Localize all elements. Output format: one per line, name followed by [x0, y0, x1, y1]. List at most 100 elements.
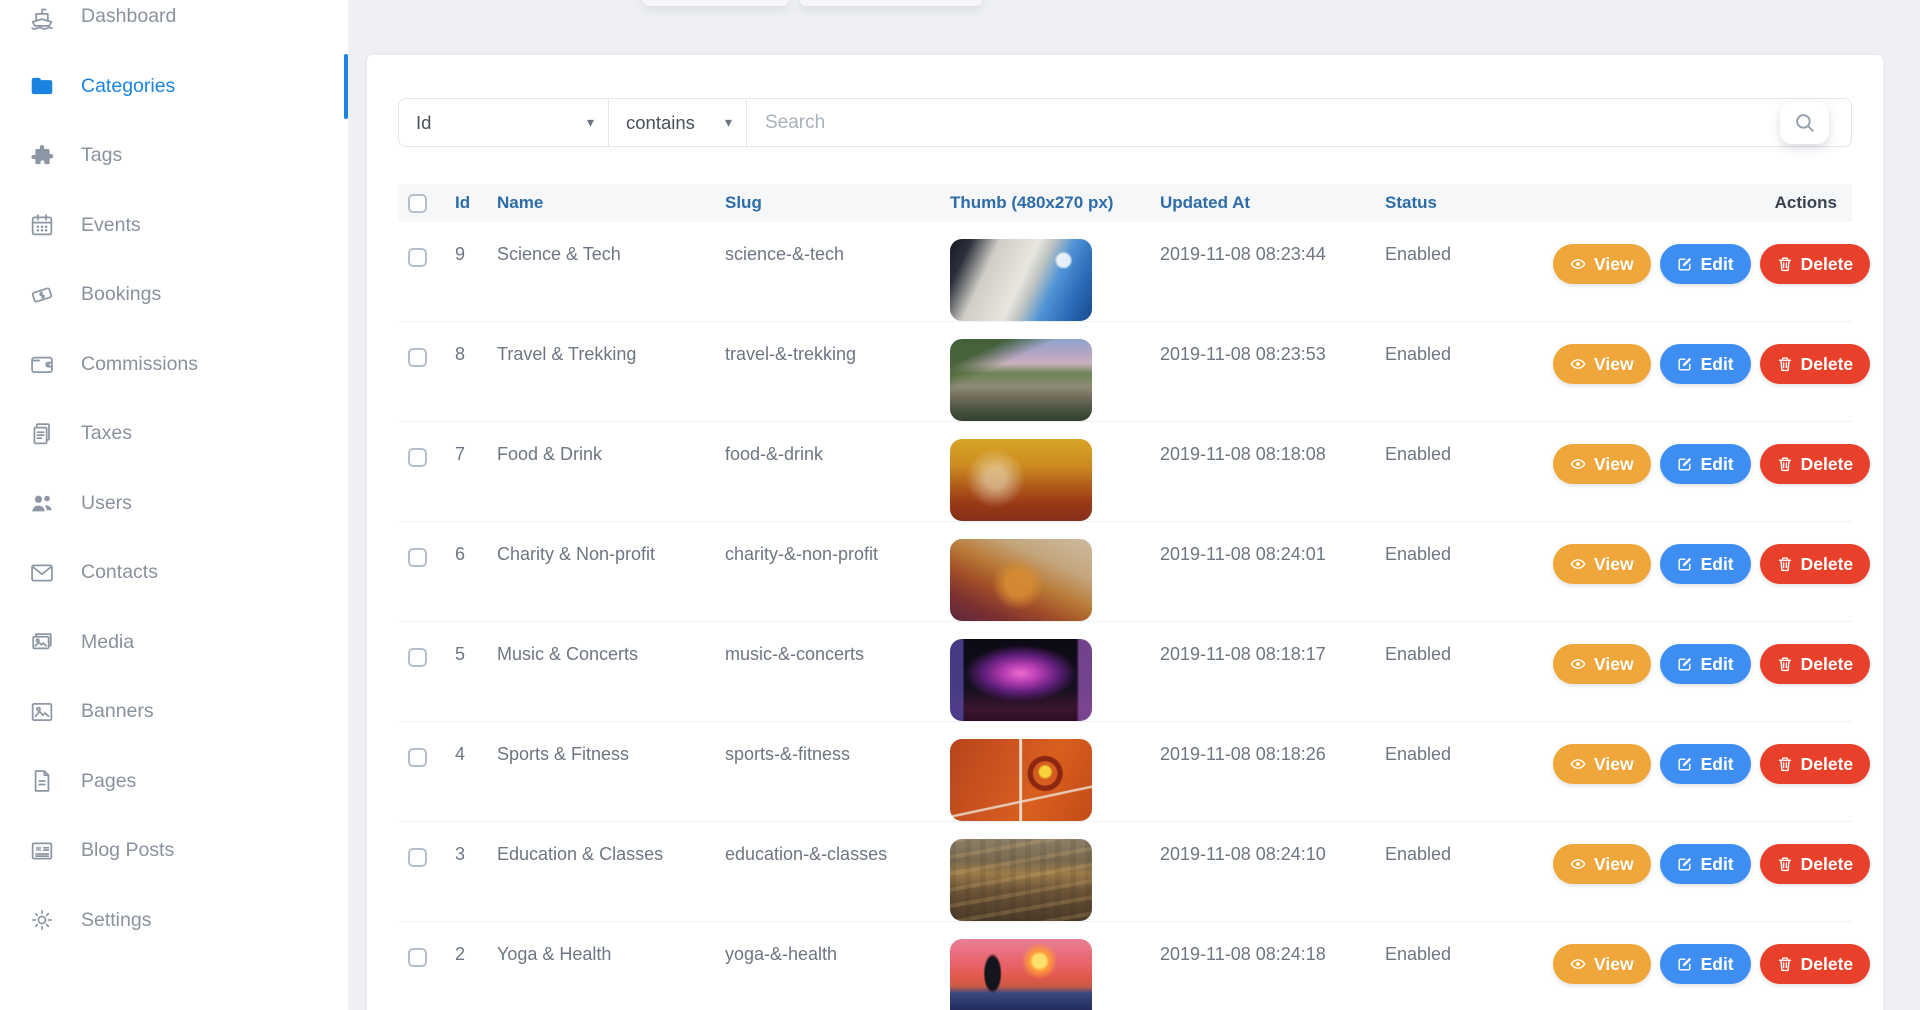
row-checkbox[interactable] [408, 648, 427, 667]
delete-button[interactable]: Delete [1760, 344, 1871, 384]
select-all-checkbox[interactable] [408, 194, 427, 213]
sidebar-item-label: Users [81, 492, 132, 515]
column-header-slug[interactable]: Slug [725, 193, 950, 213]
cell-updated-at: 2019-11-08 08:23:44 [1160, 222, 1385, 321]
row-actions: ViewEditDelete [1553, 922, 1885, 1010]
search-input[interactable] [747, 99, 1851, 146]
sidebar-item-banners[interactable]: Banners [0, 677, 348, 747]
users-icon [27, 488, 57, 518]
table-row: 7Food & Drinkfood-&-drink2019-11-08 08:1… [398, 422, 1852, 522]
filter-operator-select[interactable]: contains ▾ [609, 99, 747, 146]
sidebar-item-taxes[interactable]: Taxes [0, 399, 348, 469]
row-checkbox-cell [398, 722, 455, 821]
edit-icon [1677, 356, 1693, 372]
row-actions: ViewEdit Delete [1553, 522, 1885, 621]
trash-icon [1777, 956, 1793, 972]
sidebar-item-tags[interactable]: Tags [0, 121, 348, 191]
edit-button[interactable]: Edit [1660, 544, 1751, 584]
sidebar-item-contacts[interactable]: Contacts [0, 538, 348, 608]
sidebar-item-blog-posts[interactable]: Blog Posts [0, 816, 348, 886]
delete-button[interactable]: Delete [1760, 744, 1871, 784]
sidebar-item-events[interactable]: Events [0, 191, 348, 261]
cutoff-button-1[interactable] [643, 0, 788, 6]
table-row: 5Music & Concertsmusic-&-concerts2019-11… [398, 622, 1852, 722]
view-button[interactable]: View [1553, 744, 1651, 784]
trash-icon [1777, 356, 1793, 372]
row-checkbox[interactable] [408, 348, 427, 367]
delete-button[interactable]: Delete [1760, 444, 1871, 484]
sidebar-nav: Dashboard Categories Tags Events Bookings Com… [0, 0, 348, 955]
status-badge: Enabled [1385, 922, 1553, 1010]
delete-button[interactable]: Delete [1760, 244, 1871, 284]
view-button[interactable]: View [1553, 244, 1651, 284]
sidebar-item-settings[interactable]: Settings [0, 886, 348, 956]
column-header-updated-at[interactable]: Updated At [1160, 193, 1385, 213]
main-content: Id ▾ contains ▾ [348, 0, 1920, 1010]
column-header-thumb[interactable]: Thumb (480x270 px) [950, 193, 1160, 213]
puzzle-icon [27, 141, 57, 171]
edit-button[interactable]: Edit [1660, 244, 1751, 284]
button-label: View [1594, 454, 1634, 475]
sidebar-item-categories[interactable]: Categories [0, 52, 348, 122]
row-checkbox[interactable] [408, 448, 427, 467]
thumb-cell [950, 622, 1160, 721]
view-button[interactable]: View [1553, 344, 1651, 384]
delete-button[interactable]: Delete [1760, 844, 1871, 884]
sidebar-item-media[interactable]: Media [0, 608, 348, 678]
column-header-id[interactable]: Id [455, 193, 497, 213]
row-checkbox[interactable] [408, 848, 427, 867]
sidebar-item-users[interactable]: Users [0, 469, 348, 539]
view-button[interactable]: View [1553, 944, 1651, 984]
sidebar-item-pages[interactable]: Pages [0, 747, 348, 817]
edit-button[interactable]: Edit [1660, 644, 1751, 684]
sidebar-item-dashboard[interactable]: Dashboard [0, 0, 348, 52]
thumbnail-image [950, 239, 1092, 321]
row-checkbox[interactable] [408, 548, 427, 567]
sidebar-item-bookings[interactable]: Bookings [0, 260, 348, 330]
row-actions: ViewEditDelete [1553, 622, 1885, 721]
view-button[interactable]: View [1553, 844, 1651, 884]
sidebar-item-commissions[interactable]: Commissions [0, 330, 348, 400]
sidebar-item-label: Categories [81, 75, 175, 98]
row-actions: ViewEditDelete [1553, 722, 1885, 821]
cell-slug: food-&-drink [725, 422, 950, 521]
column-header-status[interactable]: Status [1385, 193, 1553, 213]
sidebar-item-label: Bookings [81, 283, 161, 306]
edit-button[interactable]: Edit [1660, 344, 1751, 384]
sidebar-item-label: Dashboard [81, 5, 176, 28]
cell-name: Sports & Fitness [497, 722, 725, 821]
sidebar-item-label: Tags [81, 144, 122, 167]
view-button[interactable]: View [1553, 544, 1651, 584]
row-checkbox[interactable] [408, 948, 427, 967]
view-button[interactable]: View [1553, 444, 1651, 484]
cutoff-button-2[interactable] [800, 0, 982, 6]
edit-button[interactable]: Edit [1660, 944, 1751, 984]
delete-button[interactable]: Delete [1760, 544, 1871, 584]
status-badge: Enabled [1385, 722, 1553, 821]
cell-id: 5 [455, 622, 497, 721]
column-header-name[interactable]: Name [497, 193, 725, 213]
status-badge: Enabled [1385, 822, 1553, 921]
row-checkbox[interactable] [408, 748, 427, 767]
edit-button[interactable]: Edit [1660, 444, 1751, 484]
delete-button[interactable]: Delete [1760, 644, 1871, 684]
filter-field-select[interactable]: Id ▾ [399, 99, 609, 146]
thumbnail-image [950, 939, 1092, 1010]
thumb-cell [950, 922, 1160, 1010]
wallet-icon [27, 349, 57, 379]
column-header-actions: Actions [1553, 193, 1852, 213]
button-label: Delete [1801, 554, 1854, 575]
row-actions: View EditDelete [1553, 422, 1885, 521]
header-checkbox-cell [398, 194, 455, 213]
view-button[interactable]: View [1553, 644, 1651, 684]
edit-button[interactable]: Edit [1660, 744, 1751, 784]
table-row: 9Science & Techscience-&-tech2019-11-08 … [398, 222, 1852, 322]
trash-icon [1777, 756, 1793, 772]
search-button[interactable] [1780, 102, 1829, 144]
edit-button[interactable]: Edit [1660, 844, 1751, 884]
cell-slug: yoga-&-health [725, 922, 950, 1010]
categories-card: Id ▾ contains ▾ [367, 55, 1883, 1010]
row-checkbox[interactable] [408, 248, 427, 267]
delete-button[interactable]: Delete [1760, 944, 1871, 984]
row-checkbox-cell [398, 322, 455, 421]
